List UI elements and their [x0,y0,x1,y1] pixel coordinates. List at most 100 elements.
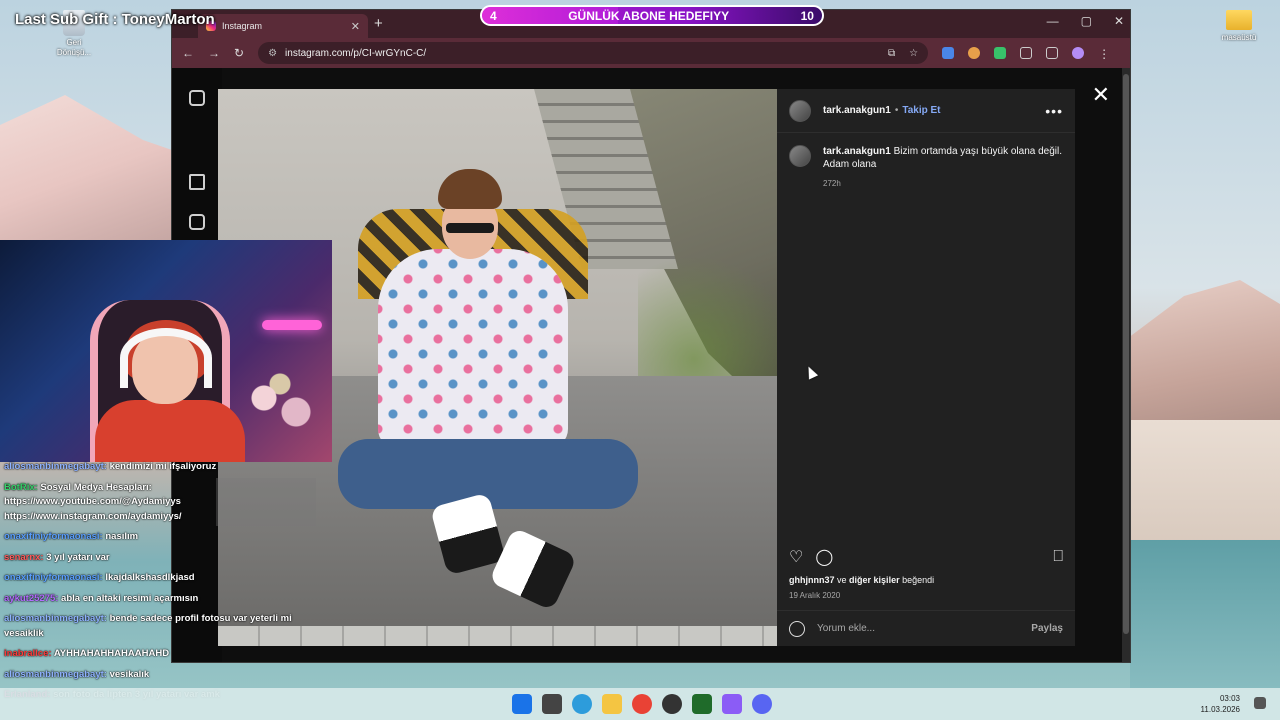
cast-icon[interactable]: ⧉ [888,48,895,59]
follow-button[interactable]: Takip Et [902,105,940,116]
start-icon[interactable] [512,694,532,714]
neon-light [262,320,322,330]
reels-icon[interactable] [189,214,205,230]
post-username[interactable]: tark.anakgun1 [823,105,891,116]
bookmark-star-icon[interactable]: ☆ [909,48,918,59]
system-clock[interactable]: 03:03 11.03.2026 [1201,693,1240,715]
emoji-icon[interactable] [789,620,805,637]
file-explorer-icon[interactable] [602,694,622,714]
twitch-icon[interactable] [722,694,742,714]
chat-text: lkajdalkshasdlkjasd [102,572,195,583]
chat-username[interactable]: aliosmanbinmegabayt: [4,461,107,472]
chat-username[interactable]: onaxifiniyformaonasi: [4,531,103,542]
extension-2-icon[interactable] [994,47,1007,59]
post-side-panel: tark.anakgun1 • Takip Et ••• tark.anakgu… [777,89,1075,646]
minimize-icon[interactable]: — [1047,14,1059,28]
comment-icon[interactable]: ◯ [815,547,833,567]
more-options-icon[interactable]: ••• [1045,103,1063,119]
browser-toolbar: ← → ↻ ⚙ instagram.com/p/CI-wrGYnC-C/ ⧉ ☆… [172,38,1130,68]
address-bar[interactable]: ⚙ instagram.com/p/CI-wrGYnC-C/ ⧉ ☆ [258,42,929,64]
comment-box: Yorum ekle... Paylaş [777,610,1075,646]
bookmark-icon[interactable]: ⎕ [1053,548,1063,566]
home-icon[interactable] [189,174,205,190]
taskbar-icons [512,694,772,714]
discord-icon[interactable] [752,694,772,714]
chat-username[interactable]: aykut25275: [4,593,58,604]
puzzle-extensions-icon[interactable] [1020,47,1033,59]
wallpaper-water [1130,540,1280,690]
caption-time: 272h [823,179,841,188]
task-view-icon[interactable] [542,694,562,714]
desktop-folder-icon[interactable]: masaüstü [1216,10,1262,42]
post-actions: ♡ ◯ ⎕ [789,547,1063,567]
scrollbar-thumb[interactable] [1123,74,1129,634]
chat-message: onaxifiniyformaonasi: nasılım [4,530,314,545]
post-header: tark.anakgun1 • Takip Et ••• [777,89,1075,133]
chat-text: vesikalık [106,668,150,680]
goal-current: 4 [490,8,497,23]
instagram-logo-icon[interactable] [189,90,205,106]
likes-mid: ve [837,575,847,585]
heart-icon[interactable]: ♡ [789,547,803,567]
avatar[interactable] [789,99,811,122]
chat-username[interactable]: inabrallce: [4,648,52,659]
photo-person [338,169,638,611]
media-icon[interactable] [1046,47,1059,59]
site-info-icon[interactable]: ⚙ [268,48,277,59]
chat-username[interactable]: onaxifiniyformaonasi: [4,572,103,583]
url-text: instagram.com/p/CI-wrGYnC-C/ [285,47,427,59]
chat-username[interactable]: BotRix: [4,482,38,493]
profile-avatar-icon[interactable] [1072,47,1085,59]
chat-username[interactable]: aliosmanbinmegabayt: [4,613,107,624]
chrome-icon[interactable] [632,694,652,714]
extension-icon[interactable] [968,47,981,59]
clock-time: 03:03 [1219,694,1240,703]
likes-others[interactable]: diğer kişiler [849,575,900,585]
separator-dot: • [894,105,899,116]
chat-message: aliosmanbinmegabayt: bende sadece profil… [4,612,314,641]
window-controls: — ▢ ✕ [1047,14,1124,28]
caption-username[interactable]: tark.anakgun1 [823,146,891,157]
chat-text: nasılım [102,531,139,542]
desktop-folder-label: masaüstü [1221,33,1257,42]
page-scrollbar[interactable] [1122,68,1130,662]
chat-message: aykut25275: abla en altaki resimi açarmı… [4,592,314,607]
goal-label: GÜNLÜK ABONE HEDEFIYY [568,8,730,23]
photo-sunglasses [446,223,494,233]
caption-avatar[interactable] [789,145,811,167]
new-tab-button[interactable]: + [374,15,383,32]
obs-icon[interactable] [662,694,682,714]
webcam-overlay [0,240,332,462]
browser-menu-icon[interactable]: ⋮ [1098,47,1110,61]
post-comment-button[interactable]: Paylaş [1031,623,1063,634]
wallpaper-dunes [1130,420,1280,550]
maximize-icon[interactable]: ▢ [1081,14,1092,28]
tab-instagram[interactable]: Instagram ✕ [198,14,368,38]
headset-icon [120,328,212,388]
app-icon[interactable] [692,694,712,714]
last-sub-gift-title: Last Sub Gift : ToneyMarton [15,11,215,28]
chat-message: aliosmanbinmegabayt: vesikalık [4,668,314,683]
forward-icon[interactable]: → [208,46,220,60]
translate-extension-icon[interactable] [942,47,955,59]
chat-text: AYHHAHAHHAHAAHAHD [51,648,170,659]
comment-input[interactable]: Yorum ekle... [817,623,875,634]
goal-target: 10 [800,8,814,23]
chat-username[interactable]: senarnx: [4,552,44,563]
close-icon[interactable]: ✕ [1092,82,1110,108]
chat-message: inabrallce: AYHHAHAHHAHAAHAHD [4,647,314,662]
chat-username[interactable]: aliosmanbinmegabayt: [4,669,107,680]
likes-user[interactable]: ghhjnnn37 [789,575,835,585]
taskbar: 03:03 11.03.2026 [0,688,1280,720]
reload-icon[interactable]: ↻ [234,46,244,60]
edge-icon[interactable] [572,694,592,714]
tab-close-icon[interactable]: ✕ [351,20,360,33]
chat-message: senarnx: 3 yıl yatarı var [4,551,314,566]
chat-message: onaxifiniyformaonasi: lkajdalkshasdlkjas… [4,571,314,586]
notification-icon[interactable] [1254,697,1266,709]
post-date: 19 Aralık 2020 [789,591,841,600]
chat-text: 3 yıl yatarı var [43,551,110,563]
back-icon[interactable]: ← [182,46,194,60]
window-close-icon[interactable]: ✕ [1114,14,1124,28]
chat-text: abla en altaki resimi açarmısın [58,592,199,604]
